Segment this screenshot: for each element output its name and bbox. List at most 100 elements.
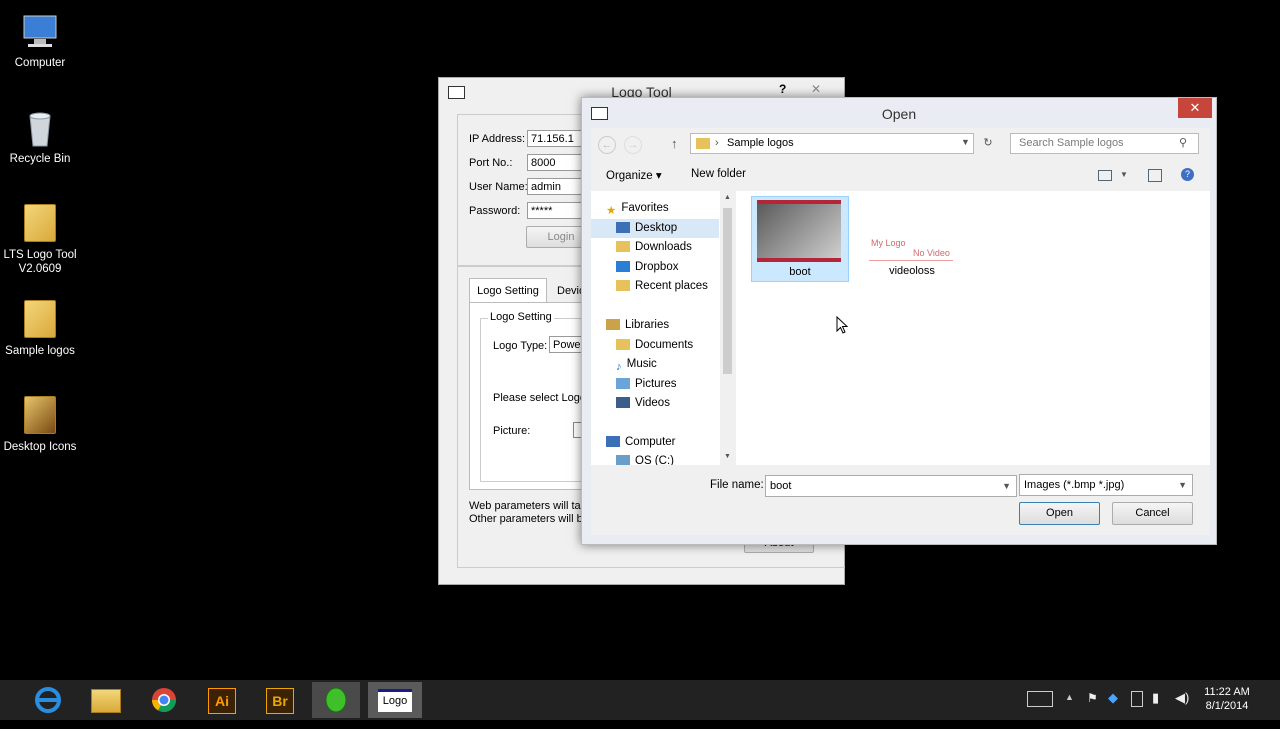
close-button[interactable]: ✕: [1178, 98, 1212, 118]
scroll-up-icon[interactable]: ▲: [724, 194, 731, 201]
ip-label: IP Address:: [469, 133, 526, 145]
chevron-down-icon[interactable]: ▼: [1002, 476, 1011, 496]
port-field[interactable]: 8000: [527, 154, 587, 171]
picture-label: Picture:: [493, 425, 531, 437]
chrome-icon[interactable]: [140, 682, 188, 718]
nav-favorites[interactable]: ★ Favorites: [606, 199, 669, 218]
file-item-videoloss[interactable]: My Logo No Video videoloss: [864, 196, 960, 280]
nav-os-c[interactable]: OS (C:): [616, 452, 674, 465]
music-icon: ♪: [616, 361, 622, 374]
dialog-footer: File name: boot ▼ Images (*.bmp *.jpg) ▼…: [591, 465, 1210, 535]
file-list: boot My Logo No Video videoloss: [736, 191, 1210, 465]
nav-computer[interactable]: Computer: [606, 433, 676, 452]
preview-pane-icon[interactable]: [1148, 169, 1162, 182]
nav-documents[interactable]: Documents: [616, 336, 693, 355]
taskbar: Ai Br Logo ▲ ⚑ ◆ ▮ ◀) 11:22 AM 8/1/2014: [0, 680, 1280, 720]
note-line-1: Web parameters will take: [469, 500, 593, 512]
username-field[interactable]: admin: [527, 178, 587, 195]
cancel-button[interactable]: Cancel: [1112, 502, 1193, 525]
desktop-icon-logo-tool[interactable]: LTS Logo Tool V2.0609: [0, 204, 80, 276]
illustrator-icon[interactable]: Ai: [198, 682, 246, 718]
nav-dropbox[interactable]: Dropbox: [616, 258, 678, 277]
file-type-select[interactable]: Images (*.bmp *.jpg) ▼: [1019, 474, 1193, 496]
search-input[interactable]: Search Sample logos: [1010, 133, 1199, 154]
desktop-icon: [616, 222, 630, 234]
green-orb-app-icon[interactable]: [312, 682, 360, 718]
open-button[interactable]: Open: [1019, 502, 1100, 525]
nav-videos[interactable]: Videos: [616, 394, 670, 413]
new-folder-button[interactable]: New folder: [691, 168, 746, 180]
network-icon[interactable]: ▮: [1152, 690, 1159, 706]
ip-field[interactable]: 71.156.1: [527, 130, 587, 147]
file-explorer-icon[interactable]: [82, 682, 130, 718]
nav-pictures[interactable]: Pictures: [616, 375, 677, 394]
search-icon: ⚲: [1179, 137, 1188, 149]
scrollbar-thumb[interactable]: [723, 208, 732, 374]
chevron-down-icon[interactable]: ▼: [1120, 170, 1128, 179]
folder-icon: [20, 396, 60, 436]
help-button[interactable]: ?: [779, 82, 786, 96]
address-bar[interactable]: › Sample logos ▼: [690, 133, 974, 154]
help-icon[interactable]: ?: [1181, 168, 1194, 181]
desktop-icon-label: Sample logos: [5, 345, 75, 357]
computer-icon: [20, 12, 60, 52]
computer-icon: [606, 436, 620, 448]
taskbar-logo-tool[interactable]: Logo: [368, 682, 422, 718]
up-arrow-icon[interactable]: ↑: [671, 136, 678, 151]
volume-icon[interactable]: ◀): [1175, 690, 1189, 706]
nav-downloads[interactable]: Downloads: [616, 238, 692, 257]
file-item-boot[interactable]: boot: [751, 196, 849, 282]
nav-libraries[interactable]: Libraries: [606, 316, 669, 335]
desktop-icon-label: Desktop Icons: [3, 441, 77, 453]
desktop-icon-desktop-icons[interactable]: Desktop Icons: [0, 396, 80, 454]
bridge-icon[interactable]: Br: [256, 682, 304, 718]
file-name-input[interactable]: boot ▼: [765, 475, 1017, 497]
file-name-label: File name:: [710, 479, 764, 491]
organize-button[interactable]: Organize ▾: [606, 168, 662, 182]
groupbox-label: Logo Setting: [488, 311, 554, 323]
libraries-icon: [606, 319, 620, 331]
nav-music[interactable]: ♪ Music: [616, 355, 657, 374]
scroll-down-icon[interactable]: ▼: [724, 453, 731, 460]
videos-icon: [616, 397, 630, 409]
forward-arrow-icon[interactable]: →: [624, 136, 642, 154]
desktop-icon-label: LTS Logo Tool V2.0609: [3, 249, 77, 275]
navigation-pane: ★ Favorites Desktop Downloads Dropbox Rec…: [591, 191, 735, 465]
file-name: videoloss: [889, 265, 935, 277]
dialog-title: Open: [881, 106, 917, 122]
internet-explorer-icon[interactable]: [24, 682, 72, 718]
dialog-titlebar[interactable]: Open ✕: [582, 98, 1216, 128]
breadcrumb-arrow-icon: ›: [715, 137, 719, 149]
close-button[interactable]: ✕: [811, 82, 821, 96]
flag-icon[interactable]: ⚑: [1087, 691, 1098, 705]
tab-logo-setting[interactable]: Logo Setting: [469, 278, 547, 303]
nav-recent-places[interactable]: Recent places: [616, 277, 708, 296]
folder-icon: [20, 204, 60, 244]
chevron-down-icon[interactable]: ▼: [961, 137, 970, 147]
username-label: User Name:: [469, 181, 528, 193]
nav-desktop[interactable]: Desktop: [591, 219, 719, 238]
dropbox-tray-icon[interactable]: ◆: [1108, 690, 1118, 706]
desktop-icon-recycle-bin[interactable]: Recycle Bin: [0, 108, 80, 166]
back-arrow-icon[interactable]: ←: [598, 136, 616, 154]
show-hidden-icons-icon[interactable]: ▲: [1065, 692, 1074, 702]
battery-icon[interactable]: [1131, 691, 1143, 707]
chevron-down-icon[interactable]: ▼: [1178, 475, 1187, 495]
desktop-icon-computer[interactable]: Computer: [0, 12, 80, 70]
thumbnail: My Logo No Video: [869, 238, 953, 261]
desktop-icon-label: Recycle Bin: [9, 153, 71, 165]
keyboard-icon[interactable]: [1027, 691, 1053, 707]
breadcrumb[interactable]: Sample logos: [727, 137, 794, 149]
view-options-icon[interactable]: [1098, 170, 1112, 181]
refresh-icon[interactable]: ↻: [978, 133, 998, 154]
password-field[interactable]: *****: [527, 202, 587, 219]
recycle-bin-icon: [20, 108, 60, 148]
desktop-icon-sample-logos[interactable]: Sample logos: [0, 300, 80, 358]
nav-scrollbar[interactable]: ▲ ▼: [720, 191, 735, 465]
file-name-value: boot: [770, 480, 792, 492]
password-label: Password:: [469, 205, 521, 217]
dropbox-icon: [616, 261, 630, 273]
star-icon: ★: [606, 205, 617, 218]
folder-icon: [20, 300, 60, 340]
system-clock[interactable]: 11:22 AM 8/1/2014: [1197, 685, 1257, 713]
